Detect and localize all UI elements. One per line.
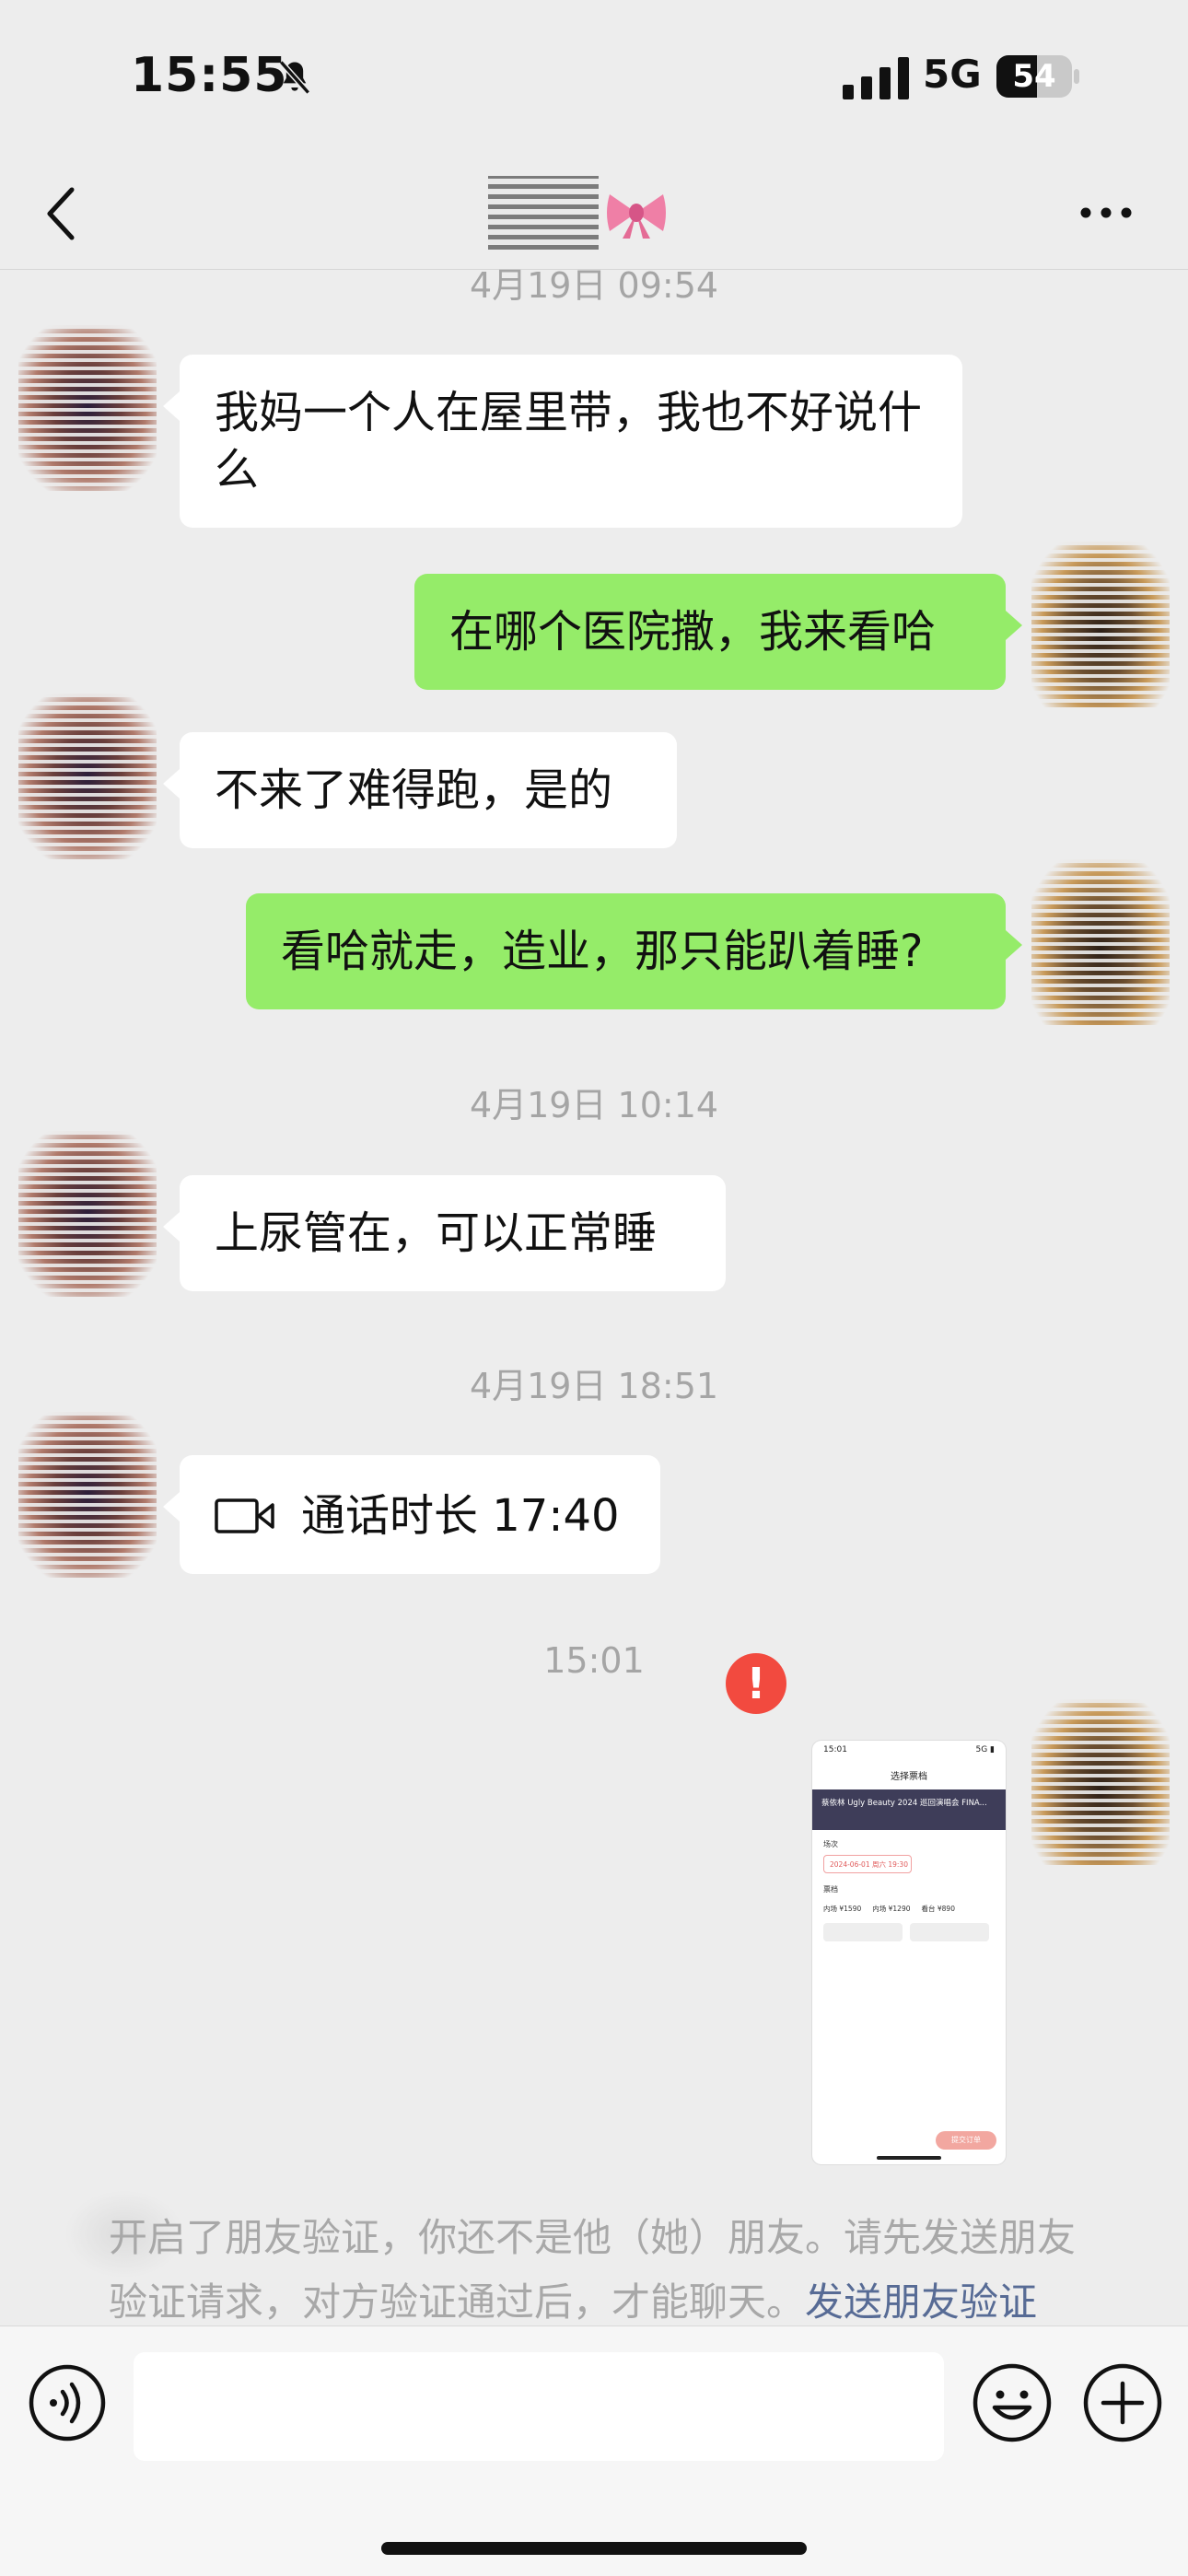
message-input[interactable] (134, 2352, 944, 2461)
status-bar: 15:55 5G 54 (0, 0, 1188, 157)
preview-section-session: 场次 (823, 1840, 838, 1848)
contact-avatar[interactable] (18, 694, 157, 859)
my-avatar[interactable] (1031, 542, 1170, 707)
pixelated-name (488, 176, 599, 250)
preview-header: 选择票档 (891, 1772, 927, 1782)
preview-price: 内场 ¥1290 (872, 1905, 911, 1913)
contact-avatar[interactable] (18, 325, 157, 491)
pink-bow-emoji (607, 194, 666, 239)
bell-slash-icon (279, 60, 310, 95)
preview-banner: 蔡依林 Ugly Beauty 2024 巡回演唱会 FINA... (812, 1789, 1006, 1830)
timestamp: 15:01 (543, 1640, 645, 1681)
send-verification-link[interactable]: 发送朋友验证 (805, 2279, 1037, 2325)
video-call-icon (215, 1498, 274, 1533)
my-avatar[interactable] (1031, 859, 1170, 1025)
preview-time: 15:01 (823, 1745, 847, 1754)
preview-date: 2024-06-01 周六 19:30 (823, 1855, 912, 1873)
error-icon[interactable]: ! (726, 1653, 786, 1714)
message-bubble-outgoing[interactable]: 在哪个医院撒，我来看哈 (414, 574, 1022, 690)
contact-avatar[interactable] (18, 1131, 157, 1297)
more-dots-icon[interactable] (1076, 190, 1136, 236)
message-bubble-incoming[interactable]: 不来了难得跑，是的 (163, 732, 677, 848)
message-bubble-outgoing[interactable]: 看哈就走，造业，那只能趴着睡? (246, 893, 1022, 1009)
contact-name (488, 173, 669, 252)
battery-icon: 54 (996, 55, 1079, 101)
call-record-bubble[interactable]: 通话时长 17:40 (163, 1455, 660, 1574)
chevron-left-icon[interactable] (37, 177, 88, 251)
status-time: 15:55 (131, 48, 288, 103)
preview-price: 内场 ¥1590 (823, 1905, 862, 1913)
plus-icon[interactable] (1081, 2361, 1164, 2444)
preview-price: 看台 ¥890 (921, 1905, 955, 1913)
friend-verification-notice: 开启了朋友验证，你还不是他（她）朋友。请先发送朋友验证请求，对方验证通过后，才能… (109, 2206, 1094, 2335)
home-indicator[interactable] (381, 2542, 807, 2555)
message-bubble-incoming[interactable]: 我妈一个人在屋里带，我也不好说什么 (163, 355, 962, 528)
chat-area[interactable]: 4月19日 09:54 我妈一个人在屋里带，我也不好说什么 在哪个医院撒，我来看… (0, 265, 1188, 2325)
timestamp: 4月19日 18:51 (469, 1366, 719, 1406)
network-type: 5G (923, 52, 982, 97)
contact-avatar[interactable] (18, 1412, 157, 1578)
message-bubble-incoming[interactable]: 上尿管在，可以正常睡 (163, 1175, 726, 1291)
timestamp: 4月19日 10:14 (469, 1085, 719, 1125)
chat-header (0, 157, 1188, 270)
signal-icon (843, 57, 909, 99)
call-duration: 通话时长 17:40 (301, 1490, 620, 1542)
emoji-icon[interactable] (971, 2361, 1054, 2444)
voice-icon[interactable] (28, 2363, 107, 2442)
preview-section-price: 票档 (823, 1885, 838, 1894)
battery-percent: 54 (1012, 58, 1056, 95)
preview-buy-button: 提交订单 (936, 2131, 996, 2150)
my-avatar[interactable] (1031, 1699, 1170, 1865)
sent-image-message[interactable]: 15:01 5G ▮ 选择票档 蔡依林 Ugly Beauty 2024 巡回演唱… (812, 1741, 1006, 2164)
timestamp: 4月19日 09:54 (469, 265, 719, 306)
input-bar (0, 2325, 1188, 2576)
